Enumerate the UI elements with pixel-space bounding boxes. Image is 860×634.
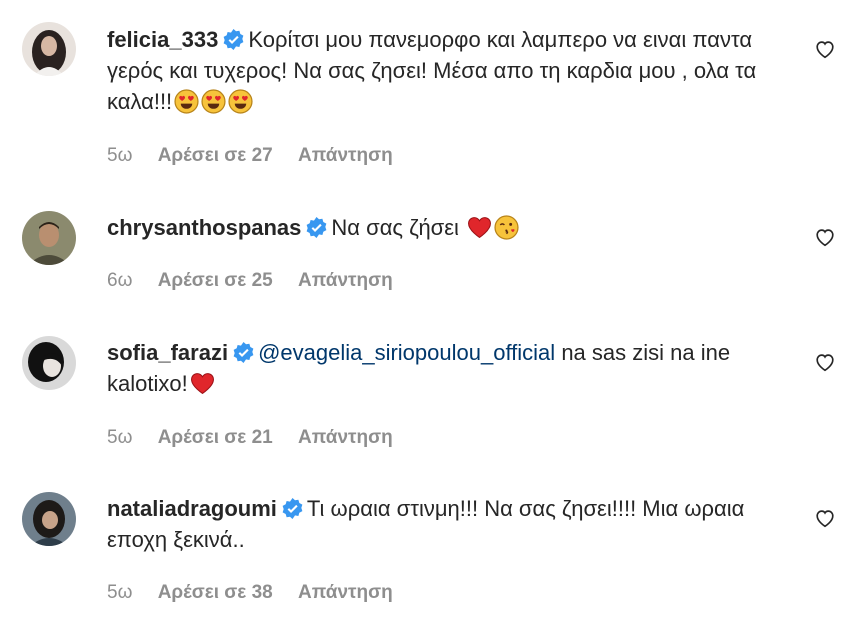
avatar[interactable] — [22, 492, 76, 546]
comment-body: nataliadragoumi Τι ωραια στινμη!!! Να σας… — [107, 493, 797, 555]
comment-meta: 6ω Αρέσει σε 25 Απάντηση — [107, 270, 413, 292]
avatar[interactable] — [22, 211, 76, 265]
heart-eyes-emoji — [201, 89, 226, 114]
kissing-wink-emoji — [494, 215, 519, 240]
comment-time: 6ω — [107, 270, 133, 291]
username-link[interactable]: chrysanthospanas — [107, 215, 301, 240]
heart-eyes-emoji — [228, 89, 253, 114]
comment-time: 5ω — [107, 427, 133, 448]
username-link[interactable]: nataliadragoumi — [107, 496, 277, 521]
reply-button[interactable]: Απάντηση — [298, 427, 393, 448]
likes-count-button[interactable]: Αρέσει σε 21 — [158, 427, 273, 448]
verified-badge-icon — [233, 342, 254, 363]
comment-time: 5ω — [107, 145, 133, 166]
red-heart-emoji — [467, 215, 492, 240]
verified-badge-icon — [282, 498, 303, 519]
avatar[interactable] — [22, 336, 76, 390]
red-heart-emoji — [190, 371, 215, 396]
comment-meta: 5ω Αρέσει σε 38 Απάντηση — [107, 582, 413, 604]
heart-eyes-emoji — [174, 89, 199, 114]
username-link[interactable]: felicia_333 — [107, 27, 218, 52]
comment-meta: 5ω Αρέσει σε 21 Απάντηση — [107, 427, 413, 449]
reply-button[interactable]: Απάντηση — [298, 582, 393, 603]
verified-badge-icon — [306, 217, 327, 238]
like-heart-icon[interactable] — [814, 226, 836, 248]
like-heart-icon[interactable] — [814, 507, 836, 529]
avatar[interactable] — [22, 22, 76, 76]
mention-link[interactable]: @evagelia_siriopoulou_official — [258, 340, 555, 365]
comments-list: felicia_333 Κορίτσι μου πανεμορφο και λαμ… — [0, 0, 860, 634]
username-link[interactable]: sofia_farazi — [107, 340, 228, 365]
like-heart-icon[interactable] — [814, 38, 836, 60]
likes-count-button[interactable]: Αρέσει σε 25 — [158, 270, 273, 291]
verified-badge-icon — [223, 29, 244, 50]
comment-body: felicia_333 Κορίτσι μου πανεμορφο και λαμ… — [107, 24, 797, 117]
like-heart-icon[interactable] — [814, 351, 836, 373]
comment-time: 5ω — [107, 582, 133, 603]
comment-text: Να σας ζήσει — [331, 215, 459, 240]
likes-count-button[interactable]: Αρέσει σε 27 — [158, 145, 273, 166]
comment-body: sofia_farazi @evagelia_siriopoulou_offici… — [107, 337, 797, 399]
comment-body: chrysanthospanas Να σας ζήσει — [107, 212, 797, 243]
reply-button[interactable]: Απάντηση — [298, 145, 393, 166]
reply-button[interactable]: Απάντηση — [298, 270, 393, 291]
comment-meta: 5ω Αρέσει σε 27 Απάντηση — [107, 145, 413, 167]
likes-count-button[interactable]: Αρέσει σε 38 — [158, 582, 273, 603]
